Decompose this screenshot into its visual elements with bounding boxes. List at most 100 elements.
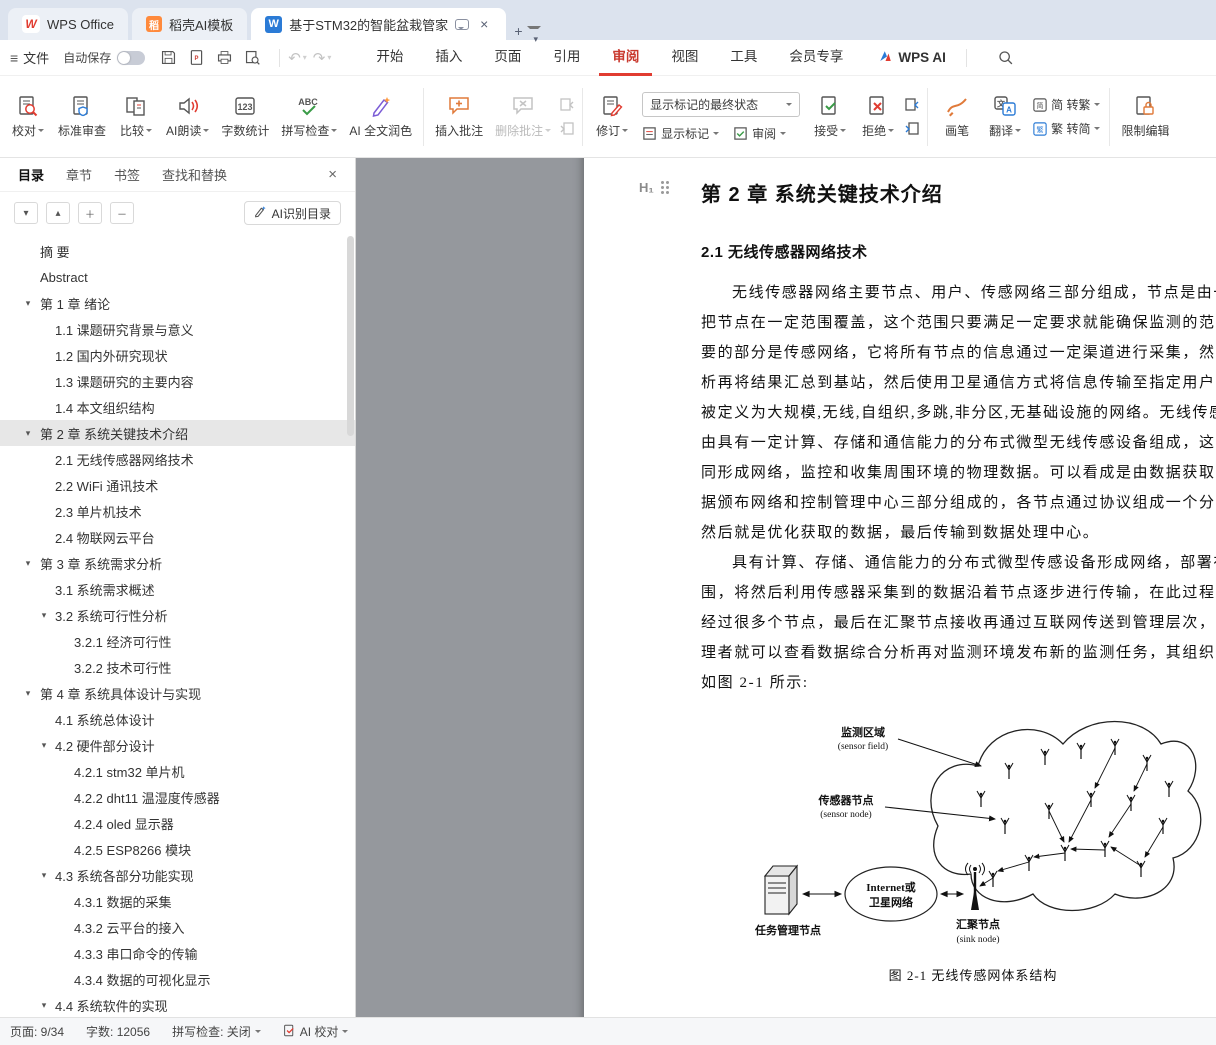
toc-item[interactable]: ▾ 第 1 章 绪论 <box>0 290 355 316</box>
demote-button[interactable]: － <box>110 202 134 224</box>
search-icon[interactable] <box>997 49 1015 67</box>
print-preview-icon[interactable] <box>243 49 261 67</box>
menu-tab-start[interactable]: 开始 <box>363 39 416 76</box>
chevron-down-icon[interactable]: ▾ <box>38 610 50 621</box>
ai-read-button[interactable]: AI朗读 <box>160 83 215 151</box>
toc-item[interactable]: 1.1 课题研究背景与意义 <box>0 316 355 342</box>
toc-item[interactable]: 4.3.4 数据的可视化显示 <box>0 966 355 992</box>
toc-item[interactable]: ▾ 第 3 章 系统需求分析 <box>0 550 355 576</box>
sidebar-tab-chapters[interactable]: 章节 <box>66 165 92 184</box>
menu-tab-view[interactable]: 视图 <box>658 39 711 76</box>
word-count-indicator[interactable]: 字数: 12056 <box>86 1023 150 1040</box>
menu-tab-tools[interactable]: 工具 <box>717 39 770 76</box>
translate-button[interactable]: 文A 翻译 <box>981 83 1029 151</box>
toc-item[interactable]: 2.1 无线传感器网络技术 <box>0 446 355 472</box>
file-menu-button[interactable]: ≡ 文件 <box>10 48 49 67</box>
sidebar-scrollbar[interactable] <box>347 236 354 436</box>
close-tab-icon[interactable]: × <box>476 15 492 33</box>
markup-state-select[interactable]: 显示标记的最终状态 <box>642 91 801 117</box>
chevron-down-icon[interactable]: ▾ <box>22 428 34 439</box>
print-icon[interactable] <box>215 49 233 67</box>
toc-item[interactable]: 4.1 系统总体设计 <box>0 706 355 732</box>
new-tab-button[interactable]: + <box>510 22 526 40</box>
review-pane-button[interactable]: 审阅 <box>733 125 787 142</box>
menu-tab-reference[interactable]: 引用 <box>540 39 593 76</box>
toc-item[interactable]: 3.2.1 经济可行性 <box>0 628 355 654</box>
document-page[interactable]: H₁ 第 2 章 系统关键技术介绍 2.1 无线传感器网络技术 无线传感器网络主… <box>584 158 1216 1017</box>
chevron-down-icon[interactable]: ▾ <box>22 688 34 699</box>
sidebar-tab-bookmarks[interactable]: 书签 <box>114 165 140 184</box>
toc-item[interactable]: 2.4 物联网云平台 <box>0 524 355 550</box>
ai-proofread-indicator[interactable]: AI 校对 <box>283 1023 349 1040</box>
accept-button[interactable]: 接受 <box>806 83 854 151</box>
toc-item[interactable]: ▾ 第 2 章 系统关键技术介绍 <box>0 420 355 446</box>
menu-tab-review[interactable]: 审阅 <box>599 39 653 76</box>
paragraph-controls[interactable]: H₁ <box>639 180 669 195</box>
promote-button[interactable]: ＋ <box>78 202 102 224</box>
toc-item[interactable]: 2.3 单片机技术 <box>0 498 355 524</box>
show-markup-button[interactable]: 显示标记 <box>642 125 720 142</box>
page-indicator[interactable]: 页面: 9/34 <box>10 1023 64 1040</box>
simplified-to-traditional-button[interactable]: 简 简 转繁 <box>1033 96 1101 113</box>
previous-change-icon[interactable] <box>904 97 920 113</box>
toc-item[interactable]: 1.3 课题研究的主要内容 <box>0 368 355 394</box>
toc-item[interactable]: 2.2 WiFi 通讯技术 <box>0 472 355 498</box>
ai-recognize-toc-button[interactable]: AI识别目录 <box>243 201 341 225</box>
toc-item[interactable]: 4.3.2 云平台的接入 <box>0 914 355 940</box>
sidebar-tab-toc[interactable]: 目录 <box>18 165 44 184</box>
tab-wps-office[interactable]: W WPS Office <box>8 8 128 40</box>
ink-brush-button[interactable]: 画笔 <box>933 83 981 151</box>
toc-item[interactable]: ▾ 第 4 章 系统具体设计与实现 <box>0 680 355 706</box>
toc-item[interactable]: 4.2.4 oled 显示器 <box>0 810 355 836</box>
undo-button[interactable]: ↶ ▾ <box>288 49 307 67</box>
drag-handle-icon[interactable] <box>660 181 669 194</box>
toc-item[interactable]: 1.2 国内外研究现状 <box>0 342 355 368</box>
toc-item[interactable]: ▾ 4.3 系统各部分功能实现 <box>0 862 355 888</box>
toc-item[interactable]: 4.3.3 串口命令的传输 <box>0 940 355 966</box>
toc-item[interactable]: ▾ 4.4 系统软件的实现 <box>0 992 355 1017</box>
tab-docer-templates[interactable]: 稻 稻壳AI模板 <box>131 8 248 40</box>
tab-document[interactable]: W 基于STM32的智能盆栽管家 × <box>251 8 507 40</box>
spellcheck-indicator[interactable]: 拼写检查: 关闭 <box>172 1023 261 1040</box>
spell-check-button[interactable]: ABC 拼写检查 <box>275 83 343 151</box>
proofread-button[interactable]: 校对 <box>4 83 52 151</box>
insert-comment-button[interactable]: 插入批注 <box>429 83 489 151</box>
toc-item[interactable]: 摘 要 <box>0 238 355 264</box>
wps-ai-button[interactable]: WPS AI <box>878 49 946 67</box>
reject-button[interactable]: 拒绝 <box>854 83 902 151</box>
chevron-down-icon[interactable]: ▾ <box>22 558 34 569</box>
toc-item[interactable]: 3.2.2 技术可行性 <box>0 654 355 680</box>
chevron-down-icon[interactable]: ▾ <box>38 870 50 881</box>
toc-item[interactable]: 3.1 系统需求概述 <box>0 576 355 602</box>
save-icon[interactable] <box>159 49 177 67</box>
track-changes-button[interactable]: 修订 <box>588 83 636 151</box>
menu-tab-insert[interactable]: 插入 <box>422 39 475 76</box>
tab-list-chevron-icon[interactable]: ▾ <box>526 26 541 44</box>
next-change-icon[interactable] <box>904 121 920 137</box>
toc-item[interactable]: 4.2.5 ESP8266 模块 <box>0 836 355 862</box>
chevron-down-icon[interactable]: ▾ <box>38 740 50 751</box>
standard-review-button[interactable]: 标准审查 <box>52 83 112 151</box>
close-sidebar-icon[interactable]: × <box>328 166 337 183</box>
collapse-all-button[interactable]: ▴ <box>46 202 70 224</box>
compare-button[interactable]: 比较 <box>112 83 160 151</box>
toc-item[interactable]: 4.2.2 dht11 温湿度传感器 <box>0 784 355 810</box>
ai-polish-button[interactable]: AI 全文润色 <box>343 83 418 151</box>
word-count-button[interactable]: 123 字数统计 <box>215 83 275 151</box>
toc-item[interactable]: 1.4 本文组织结构 <box>0 394 355 420</box>
export-pdf-icon[interactable]: P <box>187 49 205 67</box>
toc-item[interactable]: 4.2.1 stm32 单片机 <box>0 758 355 784</box>
autosave-toggle[interactable] <box>117 50 146 65</box>
menu-tab-page[interactable]: 页面 <box>481 39 534 76</box>
traditional-to-simplified-button[interactable]: 繁 繁 转简 <box>1033 120 1101 137</box>
expand-all-button[interactable]: ▾ <box>14 202 38 224</box>
restrict-editing-button[interactable]: 限制编辑 <box>1115 83 1175 151</box>
toc-item[interactable]: ▾ 4.2 硬件部分设计 <box>0 732 355 758</box>
redo-button[interactable]: ↷ ▾ <box>313 49 332 67</box>
chevron-down-icon[interactable]: ▾ <box>38 1000 50 1011</box>
sidebar-tab-find-replace[interactable]: 查找和替换 <box>162 165 227 184</box>
toc-item[interactable]: Abstract <box>0 264 355 290</box>
toc-item[interactable]: ▾ 3.2 系统可行性分析 <box>0 602 355 628</box>
menu-tab-member[interactable]: 会员专享 <box>776 39 856 76</box>
toc-item[interactable]: 4.3.1 数据的采集 <box>0 888 355 914</box>
